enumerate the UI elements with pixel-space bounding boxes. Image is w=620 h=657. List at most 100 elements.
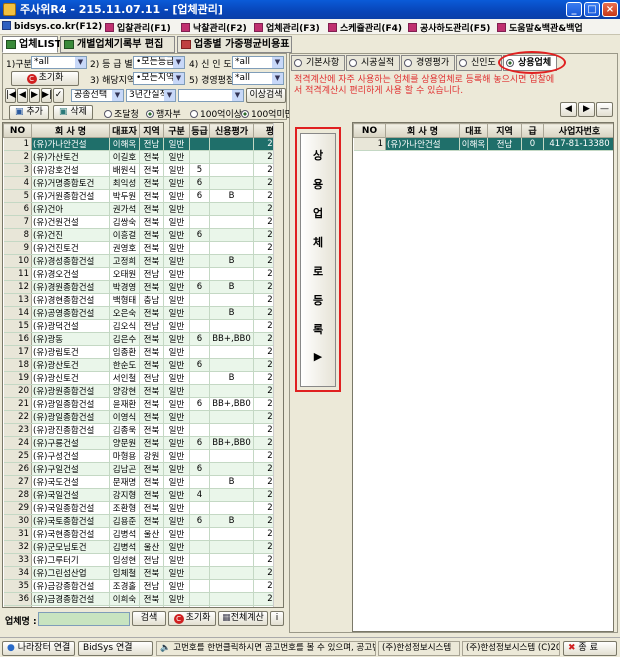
maximize-button[interactable]: □ (584, 2, 600, 17)
credibility-select[interactable]: *all (232, 56, 284, 69)
radio-interior[interactable]: 행자부 (146, 107, 181, 120)
tab-company-list[interactable]: 업체LIST (2, 36, 62, 53)
info-button[interactable]: i (270, 611, 284, 626)
rcol-ceo[interactable]: 대표 (459, 123, 488, 138)
calculate-all-button[interactable]: ▦전체계산 (218, 611, 268, 626)
period-select[interactable]: 3년간실적 (126, 89, 176, 102)
work-type-select[interactable]: 공종선택 (71, 89, 124, 102)
first-record-button[interactable]: |◀ (5, 88, 16, 103)
table-row[interactable]: 29 (유)국일종합건설 조환형 전북 일반 2 (3, 501, 283, 515)
table-row[interactable]: 36 (유)금경종합건설 이희숙 전북 일반 2 (3, 592, 283, 606)
table-row[interactable]: 21 (유)광일종합건설 윤재환 전북 일반 6 BB+,BB0 2 (3, 397, 283, 411)
table-row[interactable]: 19 (유)광신토건 서인철 전남 일반 B 2 (3, 371, 283, 385)
company-name-input[interactable] (38, 612, 130, 626)
table-row[interactable]: 6 (유)건아 권가석 전북 일반 2 (3, 202, 283, 216)
search-button[interactable]: 검색 (132, 611, 166, 626)
table-row[interactable]: 18 (유)광산토건 한순도 전북 일반 6 2 (3, 358, 283, 372)
search-over-button[interactable]: 이상검색 (246, 88, 286, 103)
rcol-company[interactable]: 회 사 명 (385, 123, 460, 138)
amount-input[interactable]: 0 (178, 89, 244, 102)
table-row[interactable]: 16 (유)광동 김은수 전북 일반 6 BB+,BB0 2 (3, 332, 283, 346)
table-row[interactable]: 22 (유)광일종합건설 이영식 전북 일반 2 (3, 410, 283, 424)
table-row[interactable]: 23 (유)광진종합건설 김종욱 전북 일반 2 (3, 423, 283, 437)
table-row[interactable]: 33 (유)그루터기 임성현 전남 일반 2 (3, 553, 283, 567)
tab-management[interactable]: 경영평가 (401, 55, 455, 71)
list-prev-button[interactable]: ◀ (560, 102, 577, 117)
table-row[interactable]: 31 (유)국현종합건설 김병석 울산 일반 2 (3, 527, 283, 541)
col-grade[interactable]: 등급 (189, 123, 210, 138)
table-row[interactable]: 7 (유)건원건설 김쌍숙 전북 일반 2 (3, 215, 283, 229)
list-remove-button[interactable]: — (596, 102, 613, 117)
reset-filter-button[interactable]: C 초기화 (11, 71, 79, 86)
radio-over-100[interactable]: 100억이상 (190, 107, 242, 120)
radio-under-100[interactable]: 100억미만 (241, 107, 293, 120)
rcol-business-no[interactable]: 사업자번호 (543, 123, 613, 138)
minimize-button[interactable]: _ (566, 2, 582, 17)
grid-scrollbar[interactable] (273, 123, 283, 607)
table-row[interactable]: 5 (유)거원종합건설 박두원 전북 일반 6 B 2 (3, 189, 283, 203)
naraejangteo-button[interactable]: ● 나라장터 연결 (2, 641, 75, 656)
col-type[interactable]: 구분 (163, 123, 190, 138)
score-select[interactable]: *all (232, 72, 284, 85)
add-button[interactable]: ▣ 추가 (9, 105, 49, 120)
table-row[interactable]: 8 (유)건진 이흥걸 전북 일반 6 2 (3, 228, 283, 242)
col-no[interactable]: NO (3, 123, 32, 138)
check-button[interactable]: ✓ (53, 88, 64, 103)
table-row[interactable]: 32 (유)군모님토건 김병석 울산 일반 2 (3, 540, 283, 554)
table-row[interactable]: 4 (유)거명종합토건 최익성 전북 일반 6 2 (3, 176, 283, 190)
table-row[interactable]: 11 (유)경오건설 오태원 전남 일반 2 (3, 267, 283, 281)
exit-button[interactable]: ✖ 종 료 (563, 641, 617, 656)
table-row[interactable]: 24 (유)구룡건설 양문원 전북 일반 6 BB+,BB0 2 (3, 436, 283, 450)
category-select[interactable]: *all (31, 56, 87, 69)
table-row[interactable]: 1 (유)가나안건설 이해옥 전남 0 417-81-13380 (353, 137, 613, 151)
table-row[interactable]: 3 (유)강호건설 배원식 전북 일반 5 2 (3, 163, 283, 177)
table-row[interactable]: 1 (유)가나안건설 이해옥 전남 일반 2 (3, 137, 283, 151)
menu-schedule[interactable]: 스케쥴관리(F4) (328, 21, 402, 34)
menu-help[interactable]: 도움말&백관&백업 (497, 21, 583, 34)
tab-company-record[interactable]: 개별업체기록부 편집 (60, 36, 175, 53)
tab-credibility[interactable]: 신인도 (456, 55, 502, 71)
col-company[interactable]: 회 사 명 (31, 123, 110, 138)
table-row[interactable]: 37(유)금동종합건설장한석전북일반B2 (3, 605, 283, 607)
next-record-button[interactable]: ▶ (29, 88, 40, 103)
menu-company[interactable]: 업체관리(F3) (254, 21, 320, 34)
region-select[interactable]: •모든지역 (133, 72, 185, 85)
close-button[interactable]: × (602, 2, 618, 17)
table-row[interactable]: 28 (유)국일건설 강지형 전북 일반 4 2 (3, 488, 283, 502)
table-row[interactable]: 9 (유)건진토건 권영호 전북 일반 2 (3, 241, 283, 255)
rcol-grade[interactable]: 급 (521, 123, 544, 138)
menu-award[interactable]: 낙찰관리(F2) (181, 21, 247, 34)
table-row[interactable]: 13 (유)경현종합건설 백형태 충남 일반 2 (3, 293, 283, 307)
table-row[interactable]: 20 (유)광원종합건설 양강현 전북 일반 2 (3, 384, 283, 398)
list-next-button[interactable]: ▶ (578, 102, 595, 117)
tab-construction-record[interactable]: 시공실적 (346, 55, 400, 71)
menu-bidsys[interactable]: bidsys.co.kr(F12) (2, 21, 102, 32)
col-credit[interactable]: 신용평가 (209, 123, 254, 138)
table-row[interactable]: 35 (유)금강종합건설 조경홀 전남 일반 2 (3, 579, 283, 593)
menu-subcontract[interactable]: 공사하도관리(F5) (408, 21, 490, 34)
table-row[interactable]: 10 (유)경성종합건설 고정희 전북 일반 B 2 (3, 254, 283, 268)
reset-button[interactable]: C 초기화 (168, 611, 216, 626)
tab-weighted-average[interactable]: 업종별 가중평균비용표 (177, 36, 292, 53)
table-row[interactable]: 30 (유)국토종합건설 김용준 전북 일반 6 B 2 (3, 514, 283, 528)
col-ceo[interactable]: 대표자 (109, 123, 140, 138)
tab-basic[interactable]: 기본사항 (291, 55, 345, 71)
table-row[interactable]: 14 (유)공영종합건설 오은숙 전북 일반 B 2 (3, 306, 283, 320)
table-row[interactable]: 26 (유)구일건설 김남곤 전북 일반 6 2 (3, 462, 283, 476)
col-region[interactable]: 지역 (139, 123, 164, 138)
table-row[interactable]: 15 (유)광덕건설 김오식 전남 일반 2 (3, 319, 283, 333)
table-row[interactable]: 17 (유)광림토건 임종환 전북 일반 2 (3, 345, 283, 359)
bidsys-button[interactable]: BidSys 연결 (78, 641, 153, 656)
table-row[interactable]: 2 (유)가산토건 이길호 전북 일반 2 (3, 150, 283, 164)
rcol-region[interactable]: 지역 (487, 123, 522, 138)
last-record-button[interactable]: ▶| (41, 88, 52, 103)
prev-record-button[interactable]: ◀ (17, 88, 28, 103)
grade-select[interactable]: •모든등급 (133, 56, 185, 69)
radio-procurement[interactable]: 조달청 (104, 107, 139, 120)
table-row[interactable]: 34 (유)그린섬산업 임체철 전북 일반 2 (3, 566, 283, 580)
table-row[interactable]: 12 (유)경원종합건설 박경영 전북 일반 6 B 2 (3, 280, 283, 294)
table-row[interactable]: 25 (유)구성건설 마형용 강원 일반 2 (3, 449, 283, 463)
register-regular-button[interactable]: 상 용 업 체 로 등 록 ▶ (300, 133, 336, 387)
menu-bid[interactable]: 입찰관리(F1) (105, 21, 171, 34)
rcol-no[interactable]: NO (353, 123, 386, 138)
